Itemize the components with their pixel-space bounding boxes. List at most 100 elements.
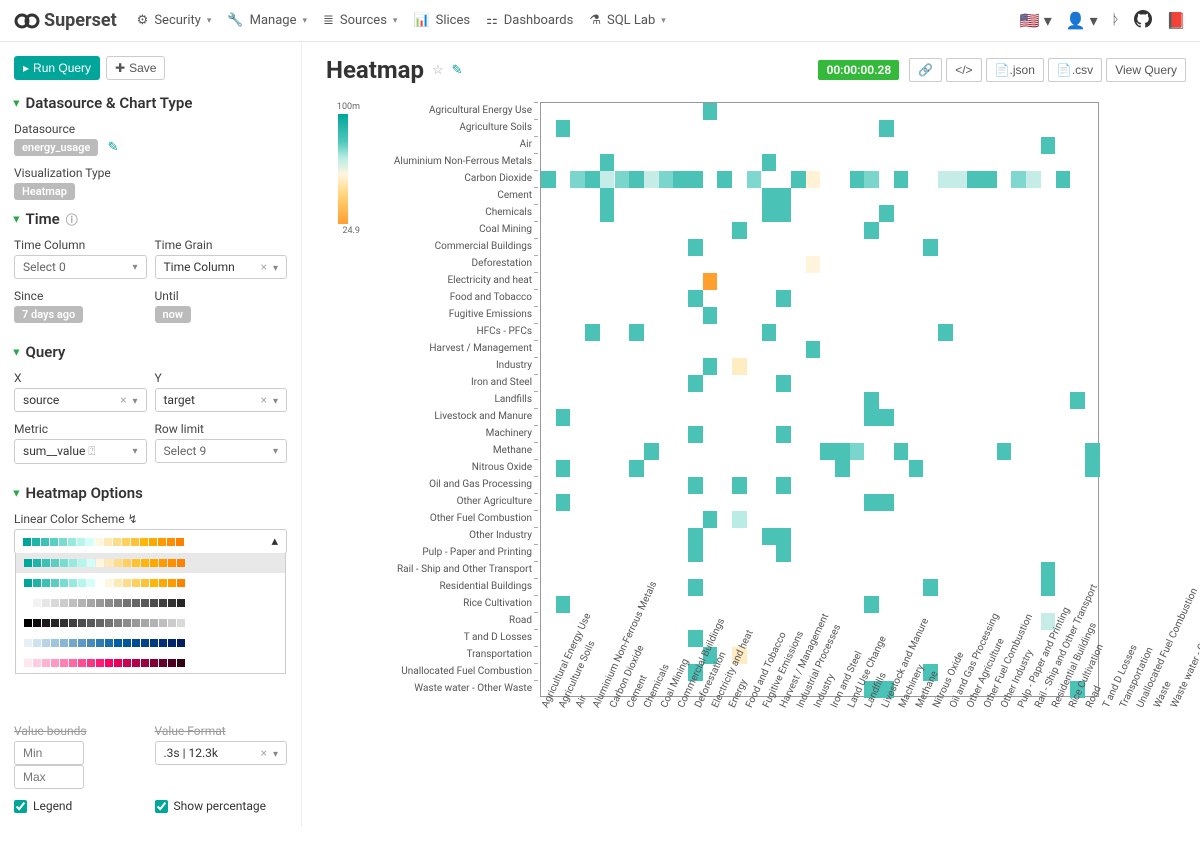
palette-option[interactable] (16, 653, 285, 673)
heatmap-cell[interactable] (1041, 137, 1056, 154)
heatmap-cell[interactable] (688, 545, 703, 562)
palette-option[interactable] (16, 593, 285, 613)
heatmap-cell[interactable] (879, 494, 894, 511)
time-grain-select[interactable]: Time Column×▾ (155, 255, 288, 279)
brand[interactable]: Superset (14, 10, 117, 31)
heatmap-cell[interactable] (1041, 579, 1056, 596)
clear-icon[interactable]: × (120, 393, 126, 407)
heatmap-cell[interactable] (791, 171, 806, 188)
heatmap-cell[interactable] (776, 188, 791, 205)
heatmap-cell[interactable] (629, 324, 644, 341)
link-button[interactable]: 🔗 (909, 58, 942, 82)
heatmap-cell[interactable] (864, 596, 879, 613)
locale-picker[interactable]: 🇺🇸 ▾ (1020, 11, 1052, 30)
legend-checkbox[interactable]: Legend (14, 799, 147, 813)
heatmap-cell[interactable] (850, 443, 865, 460)
heatmap-cell[interactable] (776, 375, 791, 392)
heatmap-cell[interactable] (762, 205, 777, 222)
edit-title-icon[interactable]: ✎ (452, 63, 463, 78)
palette-option[interactable] (16, 613, 285, 633)
max-input[interactable] (14, 765, 84, 789)
heatmap-cell[interactable] (600, 188, 615, 205)
heatmap-cell[interactable] (747, 171, 762, 188)
heatmap-cell[interactable] (864, 494, 879, 511)
heatmap-cell[interactable] (688, 171, 703, 188)
heatmap-cell[interactable] (732, 477, 747, 494)
star-icon[interactable]: ☆ (432, 63, 444, 78)
nav-security[interactable]: ⚙Security▾ (137, 13, 212, 28)
linear-color-select[interactable]: ▴ (14, 529, 287, 554)
palette-option[interactable] (16, 633, 285, 653)
palette-option[interactable] (16, 573, 285, 593)
heatmap-cell[interactable] (1041, 562, 1056, 579)
info-icon[interactable]: ⓘ (66, 211, 78, 228)
heatmap-cell[interactable] (1085, 460, 1100, 477)
heatmap-cell[interactable] (909, 460, 924, 477)
heatmap-cell[interactable] (864, 409, 879, 426)
heatmap-cell[interactable] (556, 409, 571, 426)
since-chip[interactable]: 7 days ago (14, 306, 83, 323)
heatmap-cell[interactable] (585, 324, 600, 341)
section-query[interactable]: ▸Query (14, 343, 287, 361)
heatmap-cell[interactable] (850, 171, 865, 188)
heatmap-cell[interactable] (688, 579, 703, 596)
heatmap-cell[interactable] (556, 120, 571, 137)
clear-icon[interactable]: × (261, 260, 267, 274)
book-icon[interactable]: 📕 (1166, 11, 1186, 30)
version-link[interactable]: ᚦ (1112, 13, 1120, 29)
heatmap-cell[interactable] (703, 358, 718, 375)
heatmap-cell[interactable] (776, 545, 791, 562)
heatmap-cell[interactable] (762, 154, 777, 171)
heatmap-cell[interactable] (997, 443, 1012, 460)
heatmap-cell[interactable] (659, 171, 674, 188)
view-query-button[interactable]: View Query (1106, 58, 1186, 82)
nav-slices[interactable]: 📊Slices (413, 13, 470, 28)
clear-icon[interactable]: × (261, 393, 267, 407)
heatmap-cell[interactable] (938, 171, 953, 188)
viz-type-chip[interactable]: Heatmap (14, 183, 75, 200)
heatmap-cell[interactable] (703, 511, 718, 528)
heatmap-cell[interactable] (673, 171, 688, 188)
heatmap-cell[interactable] (1085, 443, 1100, 460)
metric-select[interactable]: sum__value ⍰▾ (14, 439, 147, 464)
heatmap-cell[interactable] (717, 171, 732, 188)
heatmap-cell[interactable] (923, 239, 938, 256)
heatmap-cell[interactable] (967, 171, 982, 188)
y-select[interactable]: target×▾ (155, 388, 288, 412)
heatmap-cell[interactable] (864, 392, 879, 409)
heatmap-cell[interactable] (835, 460, 850, 477)
heatmap-cell[interactable] (864, 171, 879, 188)
heatmap-cell[interactable] (776, 205, 791, 222)
heatmap-cell[interactable] (806, 171, 821, 188)
edit-datasource-icon[interactable]: ✎ (108, 140, 119, 155)
until-chip[interactable]: now (155, 306, 192, 323)
heatmap-cell[interactable] (585, 171, 600, 188)
heatmap-cell[interactable] (688, 477, 703, 494)
heatmap-cell[interactable] (615, 171, 630, 188)
heatmap-cell[interactable] (938, 324, 953, 341)
section-heatmap[interactable]: ▸Heatmap Options (14, 484, 287, 502)
run-query-button[interactable]: ▸Run Query (14, 56, 100, 80)
heatmap-cell[interactable] (688, 375, 703, 392)
heatmap-cell[interactable] (1056, 171, 1071, 188)
heatmap-cell[interactable] (644, 171, 659, 188)
heatmap-cell[interactable] (776, 426, 791, 443)
save-button[interactable]: ✚Save (106, 56, 165, 80)
heatmap-cell[interactable] (600, 171, 615, 188)
github-icon[interactable] (1134, 10, 1152, 32)
value-format-select[interactable]: .3s | 12.3k×▾ (155, 741, 288, 765)
heatmap-cell[interactable] (556, 494, 571, 511)
heatmap-cell[interactable] (894, 171, 909, 188)
heatmap-cell[interactable] (894, 443, 909, 460)
heatmap-cell[interactable] (541, 171, 556, 188)
csv-button[interactable]: 📄.csv (1048, 58, 1102, 82)
heatmap-cell[interactable] (688, 290, 703, 307)
heatmap-cell[interactable] (688, 426, 703, 443)
heatmap-cell[interactable] (644, 443, 659, 460)
heatmap-cell[interactable] (732, 358, 747, 375)
heatmap-cell[interactable] (688, 239, 703, 256)
min-input[interactable] (14, 741, 84, 765)
heatmap-cell[interactable] (732, 222, 747, 239)
heatmap-cell[interactable] (600, 154, 615, 171)
heatmap-cell[interactable] (570, 171, 585, 188)
